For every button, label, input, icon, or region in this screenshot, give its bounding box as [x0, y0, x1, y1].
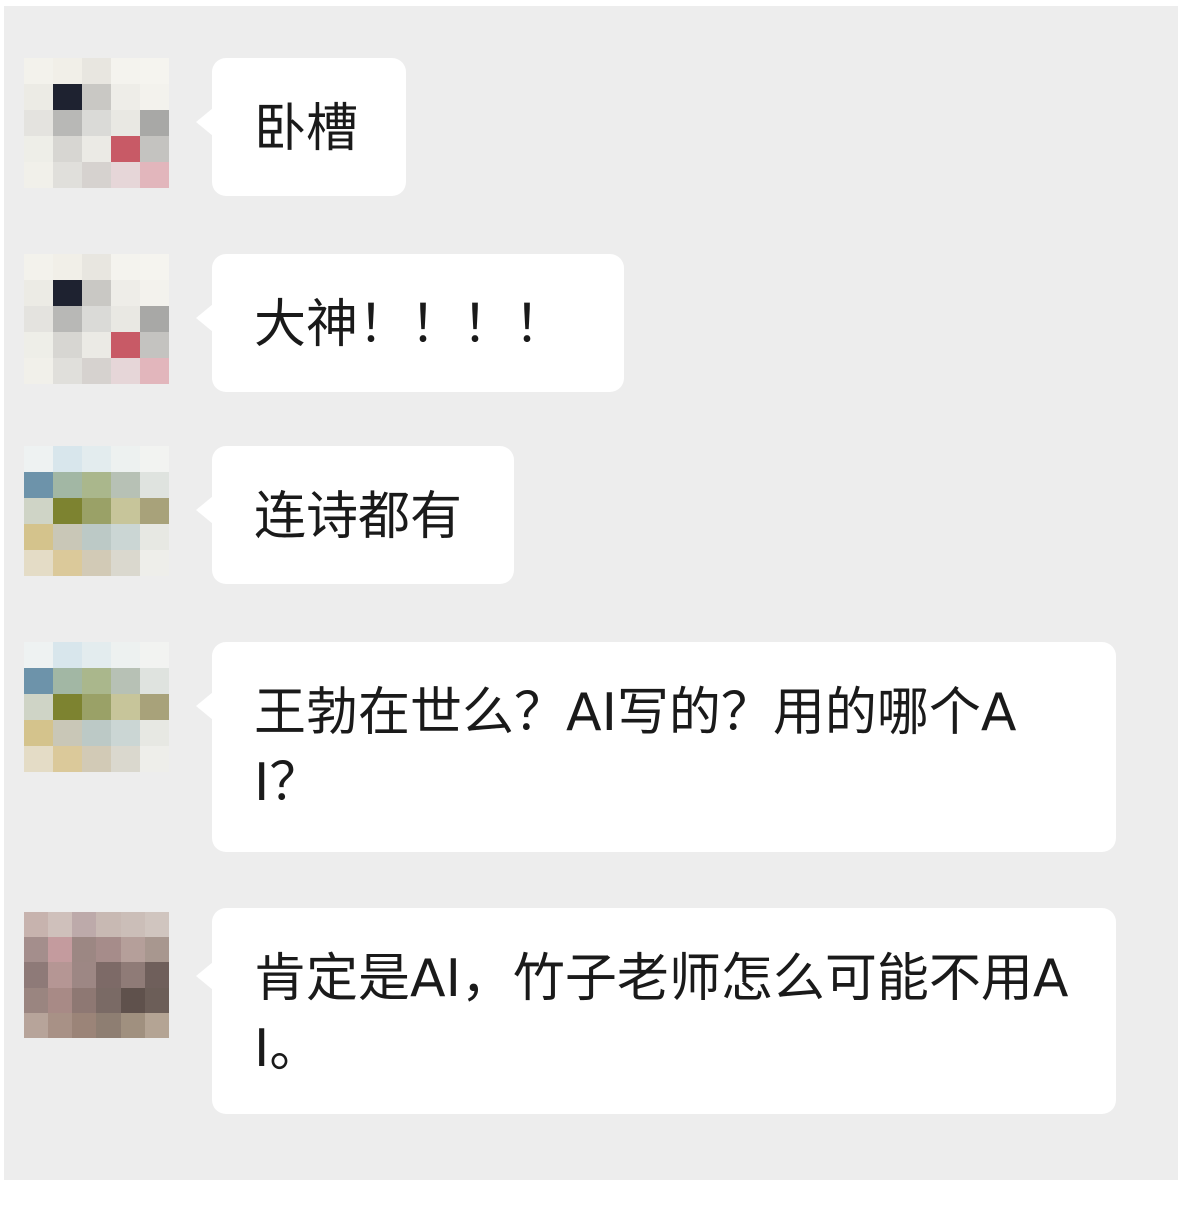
message-bubble[interactable]: 大神！！！！	[212, 254, 624, 392]
user-avatar-icon[interactable]	[24, 642, 169, 772]
bubble-tail	[196, 496, 213, 524]
user-avatar-icon[interactable]	[24, 58, 169, 188]
message-text: 连诗都有	[254, 487, 463, 547]
message-text: 卧槽	[254, 99, 359, 159]
message-bubble[interactable]: 卧槽	[212, 58, 406, 196]
bubble-tail	[196, 692, 213, 720]
message-bubble[interactable]: 王勃在世么？AI写的？用的哪个AI？	[212, 642, 1116, 852]
message-text: 王勃在世么？AI写的？用的哪个AI？	[254, 683, 1017, 813]
chat-panel: 卧槽 大神！！！！ 连诗都有 王勃在世么？AI写的？用的哪个AI？ 肯定是AI，…	[4, 6, 1178, 1180]
user-avatar-icon[interactable]	[24, 912, 169, 1038]
user-avatar-icon[interactable]	[24, 446, 169, 576]
bubble-tail	[196, 962, 213, 990]
bubble-tail	[196, 304, 213, 332]
bubble-tail	[196, 108, 213, 136]
message-text: 大神！！！！	[254, 295, 567, 355]
user-avatar-icon[interactable]	[24, 254, 169, 384]
message-bubble[interactable]: 连诗都有	[212, 446, 514, 584]
message-bubble[interactable]: 肯定是AI，竹子老师怎么可能不用AI。	[212, 908, 1116, 1114]
message-text: 肯定是AI，竹子老师怎么可能不用AI。	[254, 949, 1069, 1079]
